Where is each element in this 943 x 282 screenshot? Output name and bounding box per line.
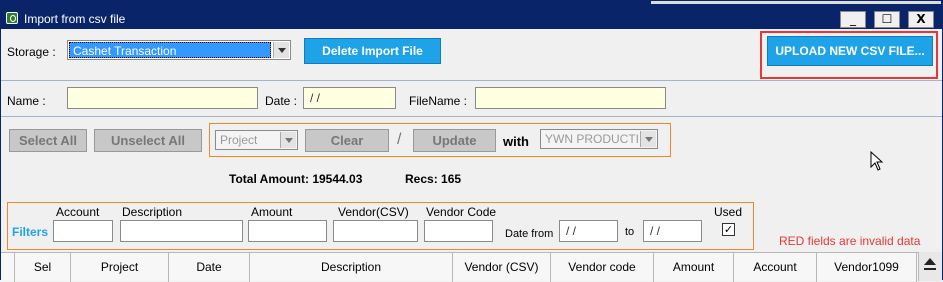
- with-select[interactable]: YWN PRODUCTIC: [540, 129, 658, 149]
- used-label: Used: [714, 205, 743, 219]
- column-header-vendor-csv[interactable]: Vendor (CSV): [453, 253, 551, 282]
- mouse-cursor-icon: [870, 151, 884, 171]
- title-bar[interactable]: Import from csv file _ ☐ X: [1, 1, 942, 29]
- column-header-sel[interactable]: Sel: [15, 253, 71, 282]
- chevron-down-icon[interactable]: [640, 131, 656, 147]
- titlebar-strip: [651, 1, 941, 4]
- scroll-up-arrow-icon[interactable]: [924, 258, 936, 265]
- field-select[interactable]: Project: [215, 130, 298, 150]
- with-select-value: YWN PRODUCTIC: [545, 132, 638, 146]
- filter-amount-label: Amount: [251, 205, 293, 219]
- filter-description-label: Description: [122, 205, 183, 219]
- with-label: with: [503, 134, 529, 149]
- scroll-thumb[interactable]: [924, 268, 936, 270]
- field-select-value: Project: [220, 133, 258, 147]
- date-to-label: to: [625, 226, 635, 238]
- filter-description-input[interactable]: [120, 220, 243, 242]
- close-button[interactable]: X: [908, 11, 934, 28]
- chevron-down-icon[interactable]: [273, 42, 289, 58]
- maximize-button[interactable]: ☐: [874, 11, 900, 28]
- column-header-vendor-code[interactable]: Vendor code: [551, 253, 654, 282]
- storage-value: Cashet Transaction: [69, 42, 271, 58]
- filter-amount-input[interactable]: [248, 220, 327, 242]
- filters-label: Filters: [12, 225, 49, 239]
- column-header-account[interactable]: Account: [734, 253, 817, 282]
- chevron-down-icon[interactable]: [280, 132, 296, 148]
- filter-vendor-code-label: Vendor Code: [426, 205, 497, 219]
- filter-vendor-csv-input[interactable]: [333, 220, 418, 242]
- column-header-date[interactable]: Date: [169, 253, 250, 282]
- filename-field[interactable]: [475, 87, 666, 109]
- column-header-description[interactable]: Description: [250, 253, 453, 282]
- date-to-input[interactable]: / /: [643, 220, 702, 242]
- slash-separator: /: [397, 131, 402, 148]
- update-button[interactable]: Update: [413, 129, 496, 152]
- app-icon: [6, 12, 18, 24]
- storage-label: Storage :: [7, 45, 56, 59]
- delete-import-file-button[interactable]: Delete Import File: [304, 38, 441, 64]
- grid-header: Sel Project Date Description Vendor (CSV…: [1, 252, 942, 282]
- storage-select[interactable]: Cashet Transaction: [67, 40, 291, 60]
- select-all-button[interactable]: Select All: [9, 129, 87, 152]
- upload-new-csv-button[interactable]: UPLOAD NEW CSV FILE...: [767, 36, 933, 66]
- clear-button[interactable]: Clear: [305, 129, 389, 152]
- filename-label: FileName :: [409, 94, 468, 108]
- vertical-scrollbar[interactable]: [918, 252, 942, 281]
- filter-vendor-code-input[interactable]: [424, 220, 493, 242]
- divider: [1, 116, 942, 117]
- filter-vendor-csv-label: Vendor(CSV): [338, 205, 409, 219]
- date-field[interactable]: / /: [303, 87, 396, 109]
- filter-account-label: Account: [56, 205, 100, 219]
- divider: [1, 80, 942, 81]
- invalid-data-note: RED fields are invalid data: [779, 234, 921, 248]
- date-label: Date :: [265, 94, 298, 108]
- name-field[interactable]: [67, 87, 258, 109]
- column-header-amount[interactable]: Amount: [654, 253, 734, 282]
- used-checkbox[interactable]: ✓: [722, 223, 735, 236]
- unselect-all-button[interactable]: Unselect All: [94, 129, 202, 152]
- date-from-label: Date from: [505, 228, 554, 240]
- name-label: Name :: [7, 94, 46, 108]
- record-count: Recs: 165: [405, 172, 462, 186]
- row-header-cell: [1, 253, 15, 282]
- total-amount: Total Amount: 19544.03: [229, 172, 363, 186]
- minimize-button[interactable]: _: [840, 11, 866, 28]
- window-title: Import from csv file: [24, 12, 126, 26]
- filter-account-input[interactable]: [53, 220, 113, 242]
- column-header-vendor1099[interactable]: Vendor1099: [817, 253, 917, 282]
- date-from-input[interactable]: / /: [559, 220, 618, 242]
- import-csv-window: Import from csv file _ ☐ X Storage : Cas…: [0, 0, 943, 282]
- column-header-project[interactable]: Project: [71, 253, 169, 282]
